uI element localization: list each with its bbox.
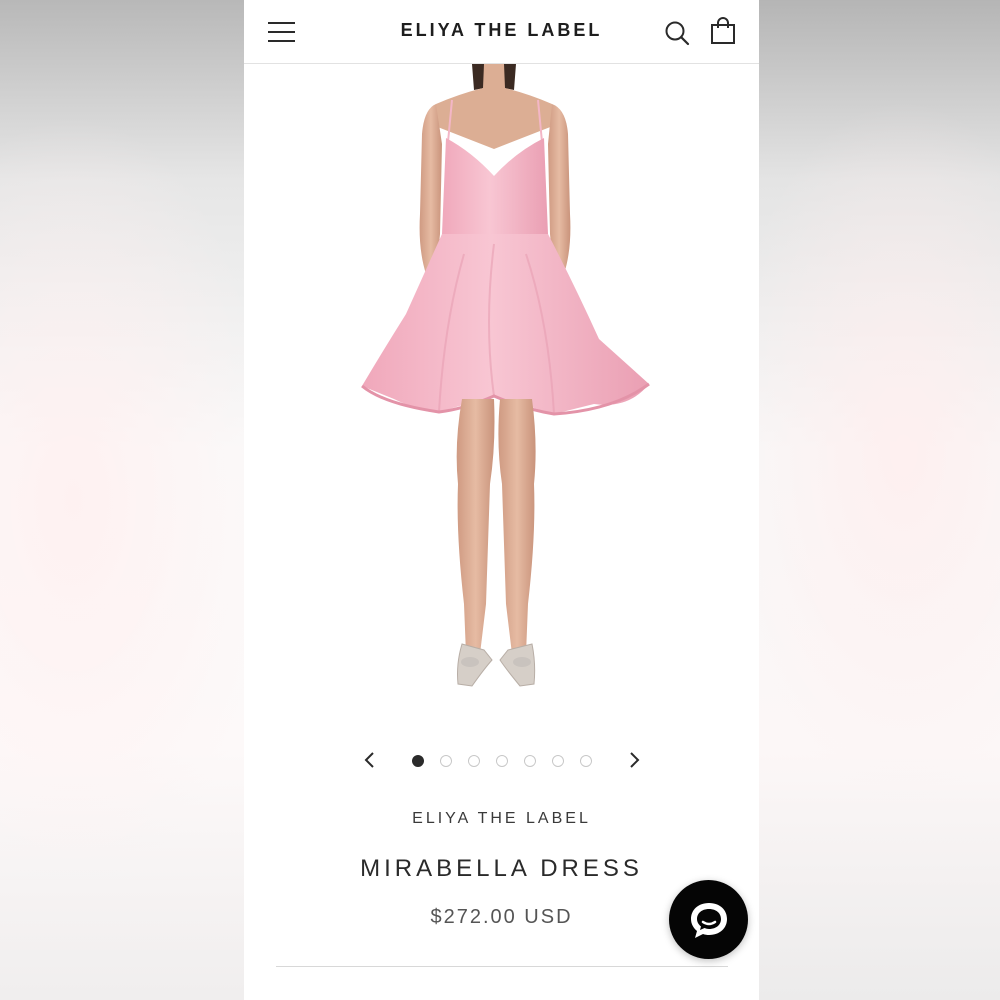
carousel-dot[interactable] [468,755,480,767]
background-right [759,0,1000,1000]
product-image[interactable] [344,64,659,724]
divider [276,966,728,967]
product-title: MIRABELLA DRESS [360,855,643,882]
chat-bubble-icon [691,903,727,938]
site-header: ELIYA THE LABEL [244,0,759,64]
carousel-dot[interactable] [580,755,592,767]
product-vendor[interactable]: ELIYA THE LABEL [244,810,759,828]
chevron-right-icon[interactable] [622,748,646,772]
chat-button[interactable] [669,880,748,959]
carousel-dot[interactable] [524,755,536,767]
mobile-page: ELIYA THE LABEL ELIYA THE LABEL MIRABELL… [244,0,759,1000]
background-left [0,0,244,1000]
search-icon[interactable] [664,20,690,46]
shopping-bag-icon[interactable] [710,17,736,45]
carousel-dot[interactable] [440,755,452,767]
carousel-dot[interactable] [412,755,424,767]
carousel-dot[interactable] [552,755,564,767]
carousel-dots [412,755,592,767]
chevron-left-icon[interactable] [358,748,382,772]
carousel-dot[interactable] [496,755,508,767]
